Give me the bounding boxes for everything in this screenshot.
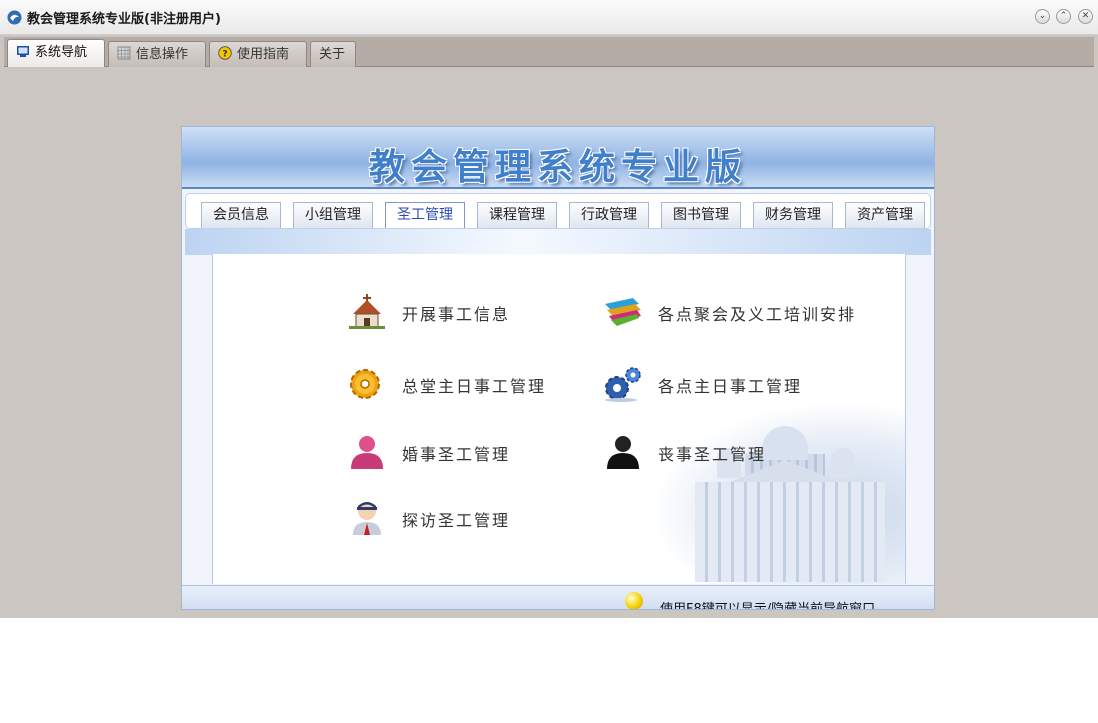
church-icon (349, 294, 385, 329)
tab-label: 关于 (319, 47, 346, 62)
module-nav-bar: 会员信息 小组管理 圣工管理 课程管理 行政管理 图书管理 财务管理 资产管理 (185, 193, 931, 229)
banner-title: 教会管理系统专业版 (368, 147, 747, 188)
maximize-button[interactable]: ⌃ (1056, 9, 1071, 24)
tab-label: 信息操作 (136, 47, 189, 62)
books-icon (605, 298, 641, 326)
nav-tab-admin-management[interactable]: 行政管理 (569, 202, 649, 228)
tab-system-navigation[interactable]: 系统导航 (7, 39, 105, 68)
tab-user-guide[interactable]: ? 使用指南 (209, 41, 307, 67)
app-logo-icon (7, 10, 22, 25)
svg-text:?: ? (222, 50, 227, 60)
cathedral-watermark (655, 404, 905, 584)
minimize-button[interactable]: ⌄ (1035, 9, 1050, 24)
menu-item-label: 开展事工信息 (402, 305, 511, 324)
tab-info-operations[interactable]: 信息操作 (108, 41, 206, 67)
navigation-panel: 教会管理系统专业版 会员信息 小组管理 圣工管理 课程管理 行政管理 图书管理 … (181, 126, 935, 610)
tab-label: 使用指南 (237, 47, 290, 62)
nav-tab-ministry-management[interactable]: 圣工管理 (385, 202, 465, 228)
visitor-icon (353, 502, 381, 535)
title-bar: 教会管理系统专业版(非注册用户) ⌄ ⌃ ✕ (0, 0, 1098, 35)
menu-area: 开展事工信息 各点聚会及义工培训安排 总堂主日事工管理 各点主日事工管理 婚事圣… (212, 254, 906, 584)
lightbulb-icon (625, 592, 643, 609)
nav-tab-finance-management[interactable]: 财务管理 (753, 202, 833, 228)
menu-item-label: 总堂主日事工管理 (402, 377, 547, 396)
tab-about[interactable]: 关于 (310, 41, 356, 67)
close-button[interactable]: ✕ (1078, 9, 1093, 24)
menu-item-label: 探访圣工管理 (402, 511, 511, 530)
banner: 教会管理系统专业版 (182, 127, 934, 189)
window-title: 教会管理系统专业版(非注册用户) (27, 12, 221, 27)
help-icon: ? (218, 46, 232, 60)
menu-item-label: 各点主日事工管理 (658, 377, 803, 396)
nav-tab-library-management[interactable]: 图书管理 (661, 202, 741, 228)
nav-tab-asset-management[interactable]: 资产管理 (845, 202, 925, 228)
user-pink-icon (351, 436, 383, 469)
menu-item-label: 婚事圣工管理 (402, 445, 511, 464)
nav-tab-course-management[interactable]: 课程管理 (477, 202, 557, 228)
footer-tip: 使用F8键可以显示/隐藏当前导航窗口 (660, 602, 876, 610)
user-black-icon (607, 436, 639, 469)
nav-tab-group-management[interactable]: 小组管理 (293, 202, 373, 228)
grid-icon (117, 46, 131, 60)
footer-band: 使用F8键可以显示/隐藏当前导航窗口 (182, 585, 934, 610)
menu-item-label: 丧事圣工管理 (658, 445, 767, 464)
gear-icon (350, 369, 380, 399)
menu-item-label: 各点聚会及义工培训安排 (658, 305, 857, 324)
gears-icon (605, 367, 641, 402)
app-window: 教会管理系统专业版(非注册用户) ⌄ ⌃ ✕ 系统导航 信息操作 ? 使用指南 (0, 0, 1098, 618)
decorative-band (185, 229, 931, 255)
monitor-icon (17, 46, 29, 57)
tab-label: 系统导航 (35, 45, 88, 60)
nav-tab-member-info[interactable]: 会员信息 (201, 202, 281, 228)
main-tab-strip: 系统导航 信息操作 ? 使用指南 关于 (4, 37, 1094, 68)
